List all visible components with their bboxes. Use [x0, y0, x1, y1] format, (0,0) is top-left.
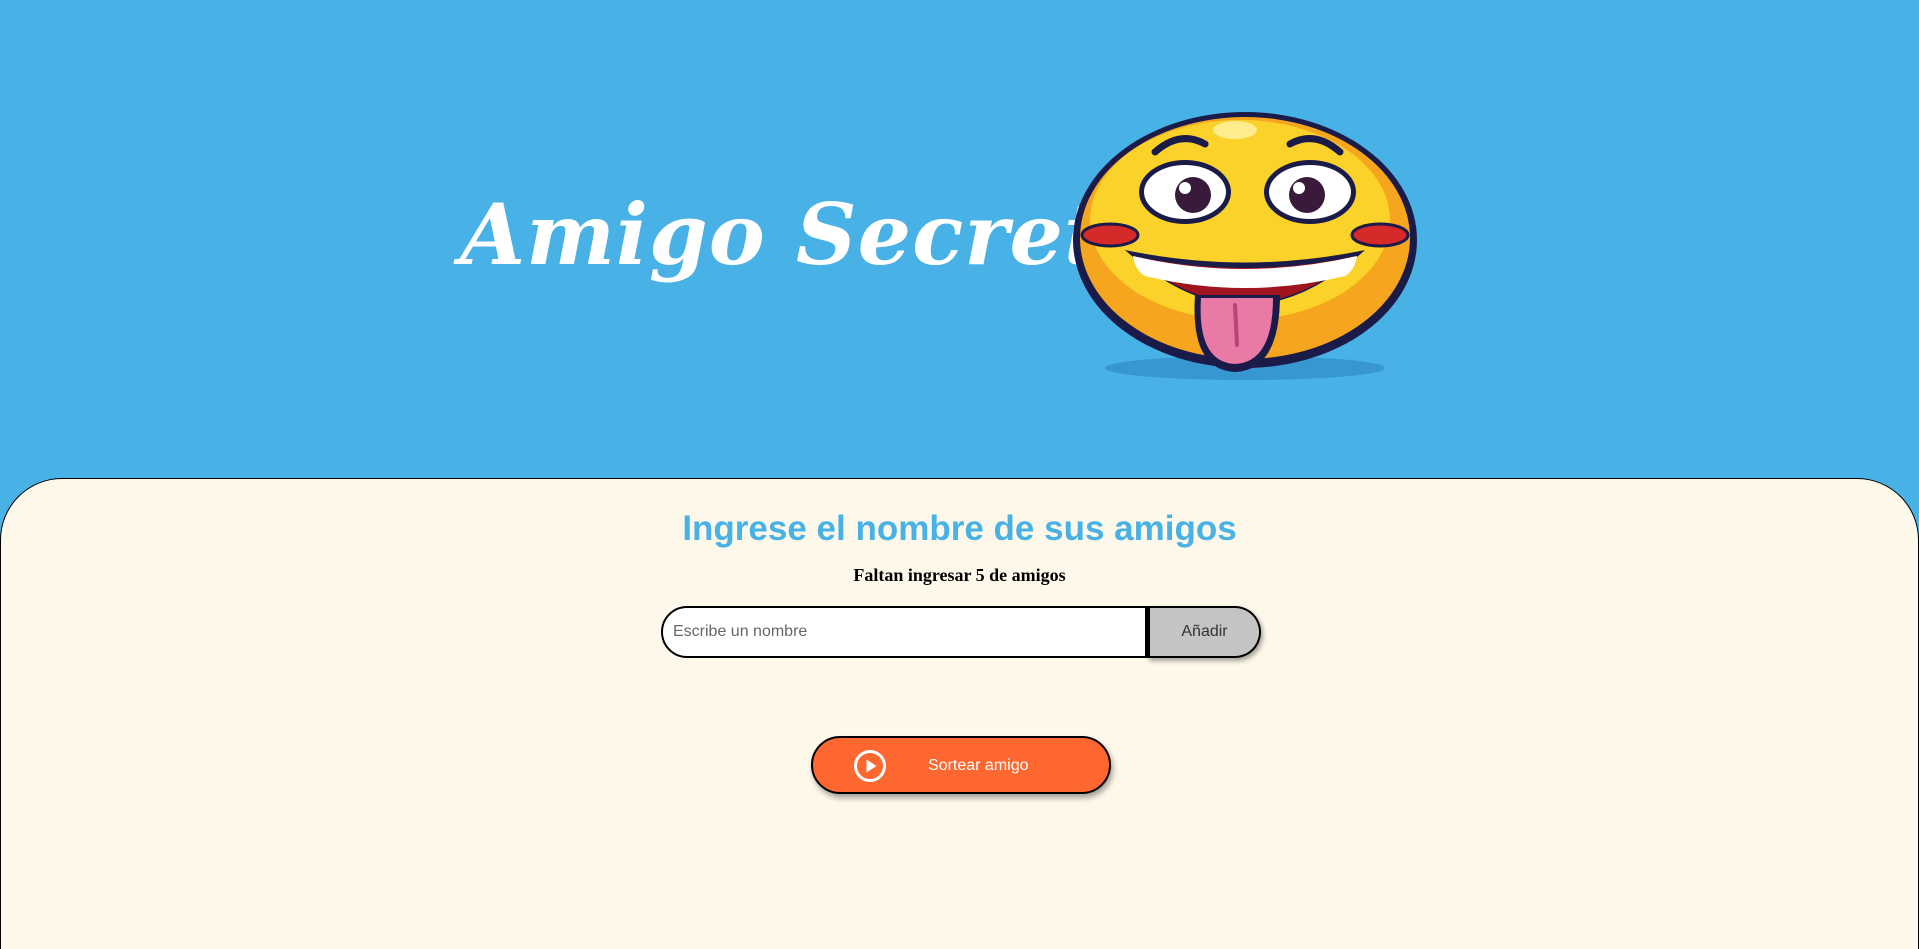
main-panel: Ingrese el nombre de sus amigos Faltan i…: [0, 478, 1919, 949]
play-circle-icon: [854, 750, 886, 782]
laughing-emoji-icon: [1073, 112, 1417, 380]
friend-name-input[interactable]: [661, 606, 1147, 658]
page-title: Amigo Secreto: [460, 185, 1161, 284]
header-banner: Amigo Secreto: [0, 0, 1919, 480]
status-message: Faltan ingresar 5 de amigos: [853, 565, 1066, 585]
draw-button-label: Sortear amigo: [928, 757, 1029, 774]
draw-friend-button[interactable]: Sortear amigo: [811, 736, 1111, 794]
friend-input-group: Añadir: [661, 606, 1261, 658]
section-title: Ingrese el nombre de sus amigos: [682, 509, 1237, 548]
add-friend-button[interactable]: Añadir: [1147, 606, 1261, 658]
